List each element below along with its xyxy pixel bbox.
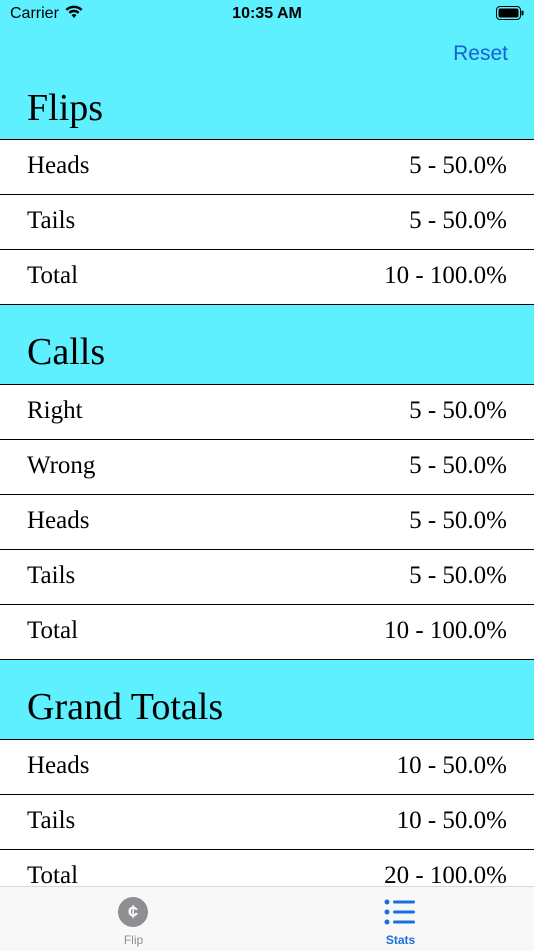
row-value: 5 - 50.0%	[409, 507, 507, 534]
row-value: 10 - 100.0%	[384, 617, 507, 644]
clock: 10:35 AM	[232, 5, 302, 22]
row-value: 5 - 50.0%	[409, 152, 507, 179]
status-bar: Carrier 10:35 AM	[0, 0, 534, 30]
tab-label: Flip	[123, 933, 144, 947]
battery-icon	[496, 6, 524, 20]
section-title: Grand Totals	[27, 686, 224, 728]
row-label: Heads	[27, 752, 90, 779]
row-label: Total	[27, 262, 79, 289]
tab-bar: ¢ Flip Stats	[0, 886, 534, 951]
table-row[interactable]: Tails 5 - 50.0%	[0, 195, 534, 250]
table-row[interactable]: Heads 5 - 50.0%	[0, 495, 534, 550]
row-label: Total	[27, 617, 79, 644]
tab-stats[interactable]: Stats	[267, 887, 534, 951]
row-label: Tails	[27, 562, 76, 589]
row-label: Wrong	[27, 452, 96, 479]
table-row[interactable]: Wrong 5 - 50.0%	[0, 440, 534, 495]
section-title: Calls	[27, 331, 106, 373]
row-value: 10 - 50.0%	[396, 807, 507, 834]
table-row[interactable]: Heads 10 - 50.0%	[0, 740, 534, 795]
row-value: 10 - 100.0%	[384, 262, 507, 289]
row-value: 5 - 50.0%	[409, 207, 507, 234]
table-row[interactable]: Tails 5 - 50.0%	[0, 550, 534, 605]
row-label: Heads	[27, 507, 90, 534]
table-row[interactable]: Total 10 - 100.0%	[0, 605, 534, 660]
table-row[interactable]: Total 10 - 100.0%	[0, 250, 534, 305]
row-label: Heads	[27, 152, 90, 179]
row-value: 5 - 50.0%	[409, 562, 507, 589]
section-header-calls: Calls	[0, 305, 534, 385]
tab-flip[interactable]: ¢ Flip	[0, 887, 267, 951]
section-title: Flips	[27, 87, 104, 129]
list-icon	[384, 899, 415, 925]
table-row[interactable]: Heads 5 - 50.0%	[0, 140, 534, 195]
row-value: 5 - 50.0%	[409, 452, 507, 479]
row-value: 5 - 50.0%	[409, 397, 507, 424]
row-label: Tails	[27, 807, 76, 834]
section-header-flips: Flips	[0, 80, 534, 140]
table-row[interactable]: Right 5 - 50.0%	[0, 385, 534, 440]
row-label: Right	[27, 397, 83, 424]
row-label: Tails	[27, 207, 76, 234]
section-header-grand-totals: Grand Totals	[0, 660, 534, 740]
row-value: 10 - 50.0%	[396, 752, 507, 779]
table-row[interactable]: Tails 10 - 50.0%	[0, 795, 534, 850]
reset-button[interactable]: Reset	[453, 42, 508, 66]
tab-label: Stats	[385, 933, 416, 947]
coin-icon: ¢	[118, 897, 148, 927]
